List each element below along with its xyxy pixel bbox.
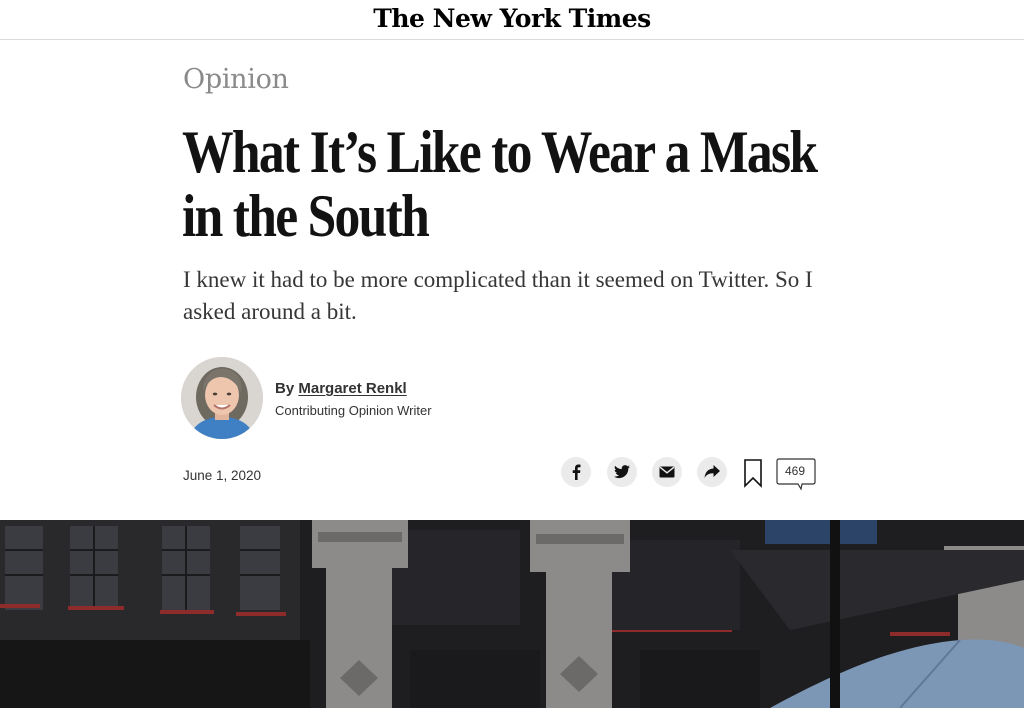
author-link[interactable]: Margaret Renkl (298, 380, 406, 397)
hero-image (0, 520, 1024, 708)
headline: What It’s Like to Wear a Mask in the Sou… (182, 119, 818, 249)
comments-button[interactable]: 469 (776, 458, 816, 492)
author-role: Contributing Opinion Writer (275, 403, 432, 418)
summary: I knew it had to be more complicated tha… (183, 267, 813, 324)
publish-date: June 1, 2020 (183, 468, 262, 483)
byline: By Margaret Renkl (275, 380, 407, 397)
twitter-icon (614, 465, 630, 479)
author-avatar[interactable] (181, 357, 263, 439)
section-label[interactable]: Opinion (183, 64, 289, 95)
save-article-button[interactable] (743, 458, 763, 488)
byline-prefix: By (275, 380, 295, 397)
share-icon (704, 465, 720, 478)
comment-count: 469 (784, 464, 806, 478)
nyt-logo[interactable]: The New York Times (373, 4, 651, 33)
facebook-icon (572, 464, 581, 480)
facebook-share-button[interactable] (561, 457, 591, 487)
email-icon (659, 466, 675, 478)
storefront-photo (0, 520, 1024, 708)
bookmark-icon (744, 459, 762, 488)
more-share-button[interactable] (697, 457, 727, 487)
email-share-button[interactable] (652, 457, 682, 487)
author-photo (181, 357, 263, 439)
twitter-share-button[interactable] (607, 457, 637, 487)
masthead: The New York Times (0, 0, 1024, 40)
